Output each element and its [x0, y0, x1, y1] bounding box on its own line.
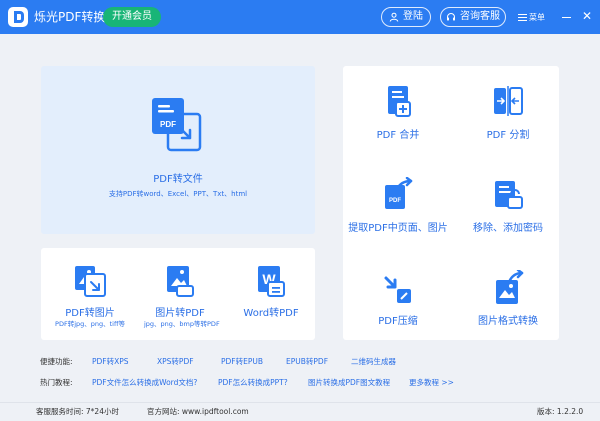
vip-button[interactable]: 开通会员 — [103, 7, 161, 27]
title-bar: 烁光PDF转换器 开通会员 登陆 咨询客服 菜单 ✕ — [0, 0, 600, 34]
pdf-compress-label: PDF压缩 — [378, 316, 418, 327]
quick-link-pdf-to-epub[interactable]: PDF转EPUB — [221, 355, 286, 369]
pdf-to-file-label: PDF转文件 — [153, 174, 203, 185]
extract-pages-label: 提取PDF中页面、图片 — [348, 223, 448, 234]
user-icon — [389, 12, 399, 22]
menu-button[interactable]: 菜单 — [518, 10, 552, 24]
tutorial-link-image[interactable]: 图片转换成PDF图文教程 — [308, 376, 409, 390]
version: 版本: 1.2.2.0 — [537, 407, 584, 416]
service-label: 咨询客服 — [460, 11, 500, 22]
menu-label: 菜单 — [529, 12, 545, 22]
close-button[interactable]: ✕ — [580, 9, 594, 23]
tutorials-label: 热门教程: — [40, 378, 73, 387]
image-format-tool[interactable]: 图片格式转换 — [465, 268, 551, 332]
pdf-merge-icon — [388, 86, 411, 117]
pdf-to-file-sub: 支持PDF转word、Excel、PPT、Txt、html — [108, 190, 248, 198]
quick-link-pdf-to-xps[interactable]: PDF转XPS — [92, 355, 157, 369]
image-to-pdf-tool[interactable]: 图片转PDF jpg、png、bmp等转PDF — [144, 262, 220, 334]
tutorials-row: 热门教程: PDF文件怎么转换成Word文档? PDF怎么转换成PPT? 图片转… — [40, 376, 454, 390]
password-tool[interactable]: 移除、添加密码 — [465, 175, 551, 235]
extract-pages-tool[interactable]: PDF 提取PDF中页面、图片 — [347, 175, 449, 235]
pdf-split-tool[interactable]: PDF 分割 — [465, 82, 551, 142]
pdf-merge-label: PDF 合并 — [376, 130, 420, 141]
quick-link-xps-to-pdf[interactable]: XPS转PDF — [157, 355, 221, 369]
login-button[interactable]: 登陆 — [381, 7, 431, 27]
login-label: 登陆 — [403, 11, 423, 22]
compress-icon — [384, 276, 411, 303]
app-logo-icon — [8, 7, 28, 27]
pdf-to-image-label: PDF转图片 — [65, 308, 115, 319]
hamburger-icon — [518, 13, 527, 21]
image-format-label: 图片格式转换 — [478, 316, 538, 327]
customer-service-button[interactable]: 咨询客服 — [440, 7, 506, 27]
pdf-compress-tool[interactable]: PDF压缩 — [355, 272, 441, 332]
tutorial-link-word[interactable]: PDF文件怎么转换成Word文档? — [92, 376, 218, 390]
pdf-convert-icon: PDF — [152, 98, 202, 152]
headset-icon — [447, 13, 455, 21]
quick-link-qrcode[interactable]: 二维码生成器 — [351, 355, 396, 369]
pdf-split-icon — [494, 86, 523, 116]
word-to-pdf-tool[interactable]: W Word转PDF — [236, 262, 306, 334]
image-to-pdf-label: 图片转PDF — [155, 308, 205, 319]
more-tutorials-link[interactable]: 更多教程 >> — [409, 376, 454, 390]
lock-icon — [495, 181, 523, 209]
pdf-icon-text: PDF — [160, 120, 176, 129]
minimize-button[interactable] — [560, 10, 574, 24]
svg-text:PDF: PDF — [389, 198, 401, 204]
status-bar: 客服服务时间: 7*24小时 官方网站: www.ipdftool.com 版本… — [0, 402, 600, 421]
quick-link-epub-to-pdf[interactable]: EPUB转PDF — [286, 355, 351, 369]
image-to-pdf-icon — [167, 266, 194, 297]
quick-links-row: 便捷功能: PDF转XPS XPS转PDF PDF转EPUB EPUB转PDF … — [40, 355, 396, 369]
pdf-to-image-icon — [75, 266, 106, 297]
service-time: 客服服务时间: 7*24小时 — [36, 407, 119, 416]
pdf-split-label: PDF 分割 — [486, 130, 530, 141]
image-to-pdf-sub: jpg、png、bmp等转PDF — [144, 320, 220, 328]
word-to-pdf-label: Word转PDF — [243, 308, 299, 319]
pdf-merge-tool[interactable]: PDF 合并 — [355, 82, 441, 142]
quick-links-label: 便捷功能: — [40, 357, 73, 366]
pdf-to-image-tool[interactable]: PDF转图片 PDF转jpg、png、tiff等 — [55, 262, 125, 334]
word-to-pdf-icon: W — [258, 266, 285, 297]
tutorial-link-ppt[interactable]: PDF怎么转换成PPT? — [218, 376, 308, 390]
website[interactable]: 官方网站: www.ipdftool.com — [147, 403, 249, 421]
image-convert-icon — [496, 270, 524, 304]
pdf-to-image-sub: PDF转jpg、png、tiff等 — [55, 320, 125, 328]
extract-pages-icon: PDF — [385, 177, 413, 209]
password-label: 移除、添加密码 — [473, 223, 543, 234]
